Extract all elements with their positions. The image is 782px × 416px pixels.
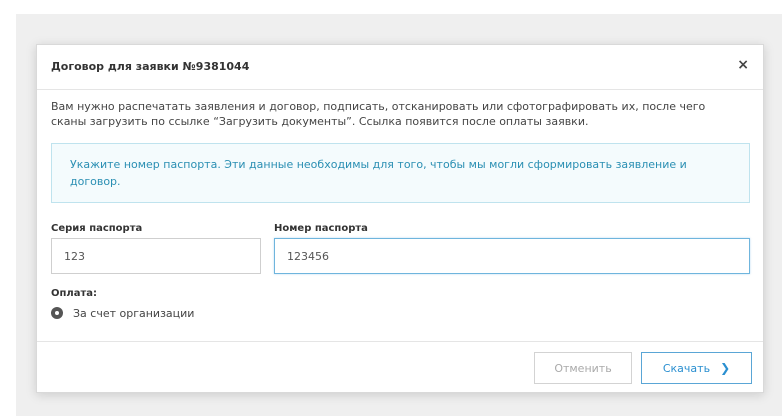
cancel-button[interactable]: Отменить [534,352,632,384]
modal-title: Договор для заявки №9381044 [51,60,250,73]
payment-label: Оплата: [51,288,98,299]
contract-modal: Договор для заявки №9381044 × Вам нужно … [36,44,764,393]
chevron-right-icon: ❯ [720,361,731,375]
passport-number-input[interactable] [274,238,750,274]
modal-header: Договор для заявки №9381044 × [37,45,763,90]
passport-info-alert: Укажите номер паспорта. Эти данные необх… [51,143,750,203]
download-button[interactable]: Скачать ❯ [641,352,752,384]
download-button-label: Скачать [662,361,711,375]
cancel-button-label: Отменить [554,361,612,375]
radio-selected-icon[interactable] [51,307,63,319]
passport-series-input[interactable] [51,238,261,274]
modal-footer: Отменить Скачать ❯ [37,341,763,392]
instructions-text: Вам нужно распечатать заявления и догово… [51,100,706,128]
passport-series-label: Серия паспорта [51,223,143,234]
payment-option-organization[interactable]: За счет организации [51,305,194,321]
payment-option-label: За счет организации [73,306,195,320]
close-icon[interactable]: × [737,57,749,73]
passport-number-label: Номер паспорта [274,223,368,234]
